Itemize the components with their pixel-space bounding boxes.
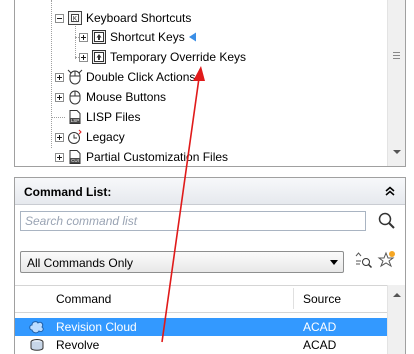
find-command-icon[interactable] <box>354 250 374 270</box>
tree-item-shortcut-keys[interactable]: Shortcut Keys <box>79 28 197 46</box>
tree-item-keyboard-shortcuts[interactable]: K Keyboard Shortcuts <box>55 9 191 27</box>
mouse-buttons-icon <box>69 90 81 105</box>
revision-cloud-icon <box>29 321 44 334</box>
tree-item-label: Legacy <box>86 130 125 144</box>
expand-icon[interactable] <box>55 72 64 82</box>
column-header-command[interactable]: Command <box>56 292 111 306</box>
column-header-source[interactable]: Source <box>303 292 341 306</box>
command-list-panel: Command List: All Commands Only Command … <box>14 177 406 354</box>
collapse-icon[interactable] <box>55 13 64 23</box>
override-keys-icon <box>92 50 106 64</box>
tree-item-double-click-actions[interactable]: Double Click Actions <box>55 68 195 86</box>
tree-item-legacy[interactable]: Legacy <box>55 128 125 146</box>
column-divider[interactable] <box>293 288 294 309</box>
expand-icon[interactable] <box>79 32 88 42</box>
command-list-column-header: Command Source <box>15 285 405 313</box>
tree-item-label: Temporary Override Keys <box>110 50 247 64</box>
tree-connector <box>51 117 65 118</box>
selection-marker-icon <box>188 32 196 42</box>
search-input[interactable] <box>20 211 366 231</box>
table-row-revolve[interactable]: Revolve ACAD <box>15 336 388 354</box>
expand-icon[interactable] <box>79 52 88 62</box>
tree-item-label: Keyboard Shortcuts <box>86 11 192 25</box>
tree-item-label: Double Click Actions <box>86 70 196 84</box>
tree-item-partial-customization-files[interactable]: CUI Partial Customization Files <box>55 148 228 166</box>
tree-item-label: LISP Files <box>86 110 141 124</box>
svg-text:CUI: CUI <box>71 158 79 163</box>
command-name: Revolve <box>56 338 100 352</box>
expand-icon[interactable] <box>55 132 64 142</box>
collapse-panel-icon[interactable] <box>383 184 397 198</box>
tree-item-temporary-override-keys[interactable]: Temporary Override Keys <box>79 48 246 66</box>
tree-connector <box>75 26 76 59</box>
search-icon[interactable] <box>376 211 398 231</box>
tree-item-label: Shortcut Keys <box>110 30 185 44</box>
tree-item-mouse-buttons[interactable]: Mouse Buttons <box>55 88 166 106</box>
tree-item-label: Partial Customization Files <box>86 150 229 164</box>
expand-icon[interactable] <box>55 92 64 102</box>
filter-selected-value: All Commands Only <box>27 256 134 270</box>
tree-scrollbar[interactable] <box>387 0 405 166</box>
lisp-file-icon: LSP <box>69 110 81 124</box>
tree-item-lisp-files[interactable]: LSP LISP Files <box>67 108 140 126</box>
command-source: ACAD <box>303 338 337 352</box>
legacy-icon <box>68 129 82 144</box>
svg-text:K: K <box>73 17 77 23</box>
scroll-up-icon[interactable] <box>393 293 401 297</box>
customization-tree: K Keyboard Shortcuts Shortcut Keys Tempo… <box>14 0 406 167</box>
tree-item-label: Mouse Buttons <box>86 90 167 104</box>
command-list-header: Command List: <box>15 178 405 205</box>
scroll-thumb-grip[interactable] <box>393 52 400 61</box>
command-filter-dropdown[interactable]: All Commands Only <box>20 251 344 273</box>
scroll-down-icon[interactable] <box>393 150 401 154</box>
new-command-icon[interactable] <box>377 250 397 270</box>
panel-title: Command List: <box>24 185 112 199</box>
chevron-down-icon[interactable] <box>330 260 338 265</box>
command-source: ACAD <box>303 320 337 334</box>
revolve-icon <box>30 339 44 351</box>
tree-connector <box>51 0 52 148</box>
expand-icon[interactable] <box>55 152 64 162</box>
keyboard-shortcuts-icon: K <box>68 11 82 25</box>
double-click-icon <box>67 69 83 85</box>
command-list-scrollbar[interactable] <box>387 285 405 354</box>
svg-text:LSP: LSP <box>71 118 80 123</box>
partial-cui-icon: CUI <box>69 150 81 164</box>
shortcut-keys-icon <box>92 30 106 44</box>
table-row-revision-cloud[interactable]: Revision Cloud ACAD <box>15 318 388 336</box>
command-name: Revision Cloud <box>56 320 137 334</box>
